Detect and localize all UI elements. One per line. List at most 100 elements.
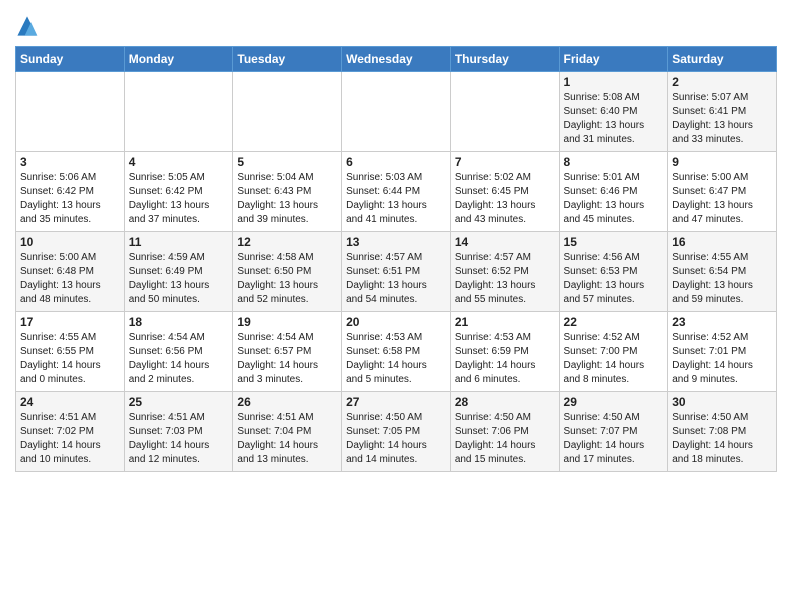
day-info: Sunrise: 4:56 AM Sunset: 6:53 PM Dayligh… [564,251,664,307]
calendar-table: SundayMondayTuesdayWednesdayThursdayFrid… [15,46,777,472]
calendar-cell: 15 Sunrise: 4:56 AM Sunset: 6:53 PM Dayli… [559,232,668,312]
calendar-cell: 14 Sunrise: 4:57 AM Sunset: 6:52 PM Dayli… [450,232,559,312]
calendar-week-2: 3 Sunrise: 5:06 AM Sunset: 6:42 PM Daylig… [16,152,777,232]
day-info: Sunrise: 5:06 AM Sunset: 6:42 PM Dayligh… [20,171,120,227]
calendar-cell: 20 Sunrise: 4:53 AM Sunset: 6:58 PM Dayli… [342,312,451,392]
calendar-cell: 27 Sunrise: 4:50 AM Sunset: 7:05 PM Dayli… [342,392,451,472]
day-info: Sunrise: 4:50 AM Sunset: 7:06 PM Dayligh… [455,411,555,467]
calendar-week-5: 24 Sunrise: 4:51 AM Sunset: 7:02 PM Dayli… [16,392,777,472]
calendar-cell: 16Sunrise: 4:55 AM Sunset: 6:54 PM Dayli… [668,232,777,312]
day-number: 24 [20,395,120,409]
col-header-wednesday: Wednesday [342,47,451,72]
day-info: Sunrise: 5:01 AM Sunset: 6:46 PM Dayligh… [564,171,664,227]
logo-icon [15,14,39,38]
day-number: 20 [346,315,446,329]
day-number: 18 [129,315,229,329]
logo [15,14,43,38]
day-number: 6 [346,155,446,169]
day-number: 29 [564,395,664,409]
calendar-cell: 6 Sunrise: 5:03 AM Sunset: 6:44 PM Daylig… [342,152,451,232]
calendar-cell [450,72,559,152]
calendar-cell: 1 Sunrise: 5:08 AM Sunset: 6:40 PM Daylig… [559,72,668,152]
calendar-cell: 12Sunrise: 4:58 AM Sunset: 6:50 PM Dayli… [233,232,342,312]
calendar-cell: 3 Sunrise: 5:06 AM Sunset: 6:42 PM Daylig… [16,152,125,232]
day-number: 30 [672,395,772,409]
day-info: Sunrise: 5:04 AM Sunset: 6:43 PM Dayligh… [237,171,337,227]
day-info: Sunrise: 4:57 AM Sunset: 6:52 PM Dayligh… [455,251,555,307]
calendar-header-row: SundayMondayTuesdayWednesdayThursdayFrid… [16,47,777,72]
day-info: Sunrise: 4:53 AM Sunset: 6:59 PM Dayligh… [455,331,555,387]
calendar-cell: 17Sunrise: 4:55 AM Sunset: 6:55 PM Dayli… [16,312,125,392]
calendar-cell: 28 Sunrise: 4:50 AM Sunset: 7:06 PM Dayli… [450,392,559,472]
calendar-cell: 24 Sunrise: 4:51 AM Sunset: 7:02 PM Dayli… [16,392,125,472]
day-info: Sunrise: 5:03 AM Sunset: 6:44 PM Dayligh… [346,171,446,227]
calendar-cell: 22 Sunrise: 4:52 AM Sunset: 7:00 PM Dayli… [559,312,668,392]
day-number: 19 [237,315,337,329]
calendar-cell: 2 Sunrise: 5:07 AM Sunset: 6:41 PM Daylig… [668,72,777,152]
day-number: 10 [20,235,120,249]
day-number: 27 [346,395,446,409]
day-number: 9 [672,155,772,169]
day-number: 22 [564,315,664,329]
day-number: 26 [237,395,337,409]
day-number: 21 [455,315,555,329]
day-info: Sunrise: 5:00 AM Sunset: 6:47 PM Dayligh… [672,171,772,227]
day-number: 12 [237,235,337,249]
calendar-cell: 7Sunrise: 5:02 AM Sunset: 6:45 PM Daylig… [450,152,559,232]
page: SundayMondayTuesdayWednesdayThursdayFrid… [0,0,792,612]
calendar-cell: 19 Sunrise: 4:54 AM Sunset: 6:57 PM Dayli… [233,312,342,392]
col-header-monday: Monday [124,47,233,72]
col-header-thursday: Thursday [450,47,559,72]
day-info: Sunrise: 5:07 AM Sunset: 6:41 PM Dayligh… [672,91,772,147]
day-info: Sunrise: 5:00 AM Sunset: 6:48 PM Dayligh… [20,251,120,307]
calendar-cell: 25 Sunrise: 4:51 AM Sunset: 7:03 PM Dayli… [124,392,233,472]
day-number: 2 [672,75,772,89]
day-number: 8 [564,155,664,169]
calendar-week-4: 17Sunrise: 4:55 AM Sunset: 6:55 PM Dayli… [16,312,777,392]
day-info: Sunrise: 4:50 AM Sunset: 7:07 PM Dayligh… [564,411,664,467]
day-number: 28 [455,395,555,409]
day-info: Sunrise: 5:08 AM Sunset: 6:40 PM Dayligh… [564,91,664,147]
calendar-cell: 21 Sunrise: 4:53 AM Sunset: 6:59 PM Dayli… [450,312,559,392]
day-number: 16 [672,235,772,249]
calendar-cell: 23 Sunrise: 4:52 AM Sunset: 7:01 PM Dayli… [668,312,777,392]
day-number: 23 [672,315,772,329]
calendar-cell: 10 Sunrise: 5:00 AM Sunset: 6:48 PM Dayli… [16,232,125,312]
day-info: Sunrise: 4:52 AM Sunset: 7:01 PM Dayligh… [672,331,772,387]
calendar-cell: 29 Sunrise: 4:50 AM Sunset: 7:07 PM Dayli… [559,392,668,472]
calendar-cell: 5 Sunrise: 5:04 AM Sunset: 6:43 PM Daylig… [233,152,342,232]
calendar-cell [233,72,342,152]
day-info: Sunrise: 4:52 AM Sunset: 7:00 PM Dayligh… [564,331,664,387]
day-number: 1 [564,75,664,89]
day-number: 15 [564,235,664,249]
calendar-cell [16,72,125,152]
day-info: Sunrise: 4:51 AM Sunset: 7:03 PM Dayligh… [129,411,229,467]
col-header-tuesday: Tuesday [233,47,342,72]
calendar-cell: 9 Sunrise: 5:00 AM Sunset: 6:47 PM Daylig… [668,152,777,232]
day-number: 3 [20,155,120,169]
header [15,10,777,38]
day-info: Sunrise: 4:51 AM Sunset: 7:02 PM Dayligh… [20,411,120,467]
day-number: 13 [346,235,446,249]
col-header-friday: Friday [559,47,668,72]
calendar-week-3: 10 Sunrise: 5:00 AM Sunset: 6:48 PM Dayli… [16,232,777,312]
day-number: 14 [455,235,555,249]
col-header-sunday: Sunday [16,47,125,72]
day-info: Sunrise: 4:59 AM Sunset: 6:49 PM Dayligh… [129,251,229,307]
calendar-cell: 11 Sunrise: 4:59 AM Sunset: 6:49 PM Dayli… [124,232,233,312]
day-info: Sunrise: 4:50 AM Sunset: 7:08 PM Dayligh… [672,411,772,467]
day-number: 5 [237,155,337,169]
day-number: 11 [129,235,229,249]
calendar-cell: 4Sunrise: 5:05 AM Sunset: 6:42 PM Daylig… [124,152,233,232]
day-number: 7 [455,155,555,169]
calendar-cell [342,72,451,152]
day-info: Sunrise: 4:50 AM Sunset: 7:05 PM Dayligh… [346,411,446,467]
day-info: Sunrise: 4:54 AM Sunset: 6:57 PM Dayligh… [237,331,337,387]
calendar-cell: 18 Sunrise: 4:54 AM Sunset: 6:56 PM Dayli… [124,312,233,392]
calendar-cell: 30 Sunrise: 4:50 AM Sunset: 7:08 PM Dayli… [668,392,777,472]
day-number: 25 [129,395,229,409]
calendar-cell [124,72,233,152]
day-info: Sunrise: 4:54 AM Sunset: 6:56 PM Dayligh… [129,331,229,387]
day-number: 4 [129,155,229,169]
day-info: Sunrise: 4:53 AM Sunset: 6:58 PM Dayligh… [346,331,446,387]
